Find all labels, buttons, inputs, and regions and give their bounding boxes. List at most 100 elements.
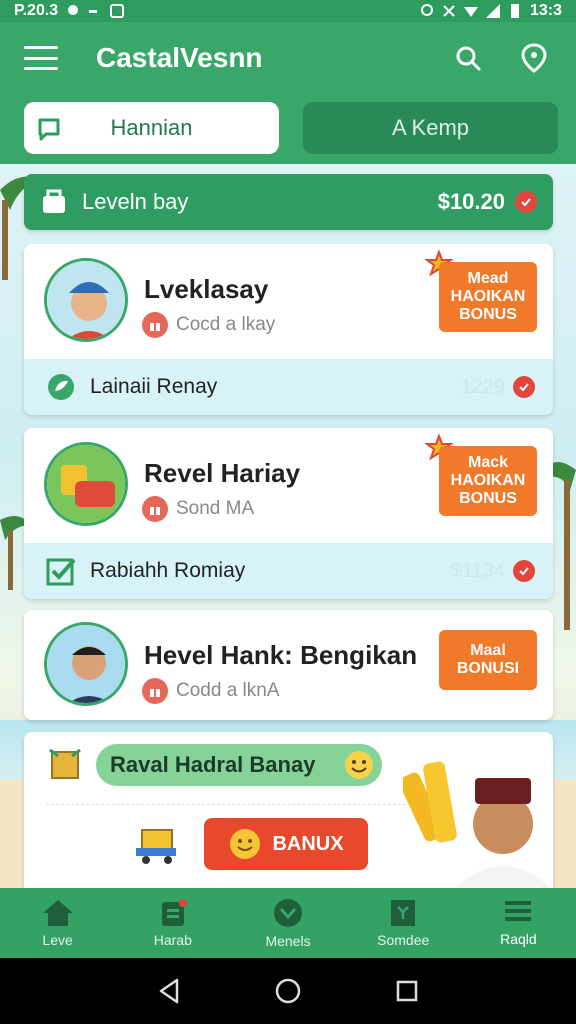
status-time-left: P.20.3 [14, 2, 59, 19]
minus-status-icon [89, 10, 98, 13]
card-row[interactable]: Lainaii Renay 1229 [24, 359, 553, 415]
search-icon [456, 46, 481, 71]
list-icon [505, 901, 532, 921]
balance-label: Leveln bay [82, 189, 189, 214]
luggage-avatar [44, 442, 128, 526]
card-title: Lveklasay [144, 274, 269, 304]
avatar [44, 258, 128, 342]
card-subtitle-text: Cocd a lkay [176, 314, 276, 335]
battery-icon [510, 4, 519, 18]
bonus-line: BONUSI [456, 660, 520, 677]
banux-button[interactable]: BANUX [204, 818, 368, 870]
gift-icon [142, 678, 168, 704]
status-time-right: 13:3 [529, 2, 562, 19]
bottom-nav: Leve Harab Menels Somdee Raqld [0, 888, 576, 958]
card-row-value: $1134 [450, 559, 505, 582]
checkbox-icon [46, 558, 76, 586]
offer-card-3[interactable]: Hevel Hank: Bengikan Codd a lknA Maal BO… [24, 610, 553, 720]
nav-item-menels[interactable]: Menels [230, 888, 345, 958]
nav-label: Raqld [500, 931, 537, 947]
balance-bar[interactable]: Leveln bay $10.20 [24, 174, 553, 230]
cart-icon [136, 829, 176, 864]
card-subtitle: Sond MA [142, 496, 254, 522]
offer-card-1[interactable]: Lveklasay Cocd a lkay Mead HAOIKAN BONUS… [24, 244, 553, 415]
tab-a-kemp[interactable]: A Kemp [303, 102, 558, 154]
back-triangle-icon [160, 978, 179, 1004]
avatar [44, 622, 128, 706]
gift-icon [142, 496, 168, 522]
search-button[interactable] [450, 40, 486, 76]
bonus-button[interactable]: Mead HAOIKAN BONUS [439, 262, 537, 332]
bonus-line: BONUS [459, 490, 517, 507]
wallet-icon [43, 189, 65, 213]
promo-pill[interactable]: Raval Hadral Banay [96, 744, 382, 786]
nav-label: Menels [265, 933, 311, 949]
card-subtitle: Codd a lknA [142, 678, 280, 704]
location-pin-icon [521, 43, 547, 73]
bonus-line: HAOIKAN [450, 288, 526, 305]
tab-bar: Hannian A Kemp [0, 94, 576, 164]
tab-a-kemp-label: A Kemp [391, 115, 470, 140]
gift-icon [142, 312, 168, 338]
bonus-button[interactable]: Maal BONUSI [439, 630, 537, 690]
promo-person-illustration [403, 761, 553, 890]
back-button[interactable] [154, 976, 184, 1006]
card-subtitle-text: Codd a lknA [176, 680, 280, 701]
bonus-line: Mead [467, 270, 509, 287]
leaf-chat-icon [48, 374, 74, 400]
promo-banner[interactable]: Raval Hadral Banay BANUX [24, 732, 553, 890]
coin-smiley-icon [230, 829, 261, 859]
location-pin-icon [420, 4, 433, 16]
card-subtitle-text: Sond MA [176, 498, 255, 519]
balance-amount: $10.20 [437, 189, 505, 214]
home-icon [42, 900, 73, 926]
location-button[interactable] [516, 40, 552, 76]
check-badge-icon [513, 560, 535, 582]
nav-item-harab[interactable]: Harab [115, 888, 230, 958]
hamburger-menu-icon[interactable] [24, 46, 58, 70]
card-title: Revel Hariay [144, 458, 301, 488]
card-row-label: Rabiahh Romiay [90, 559, 246, 582]
card-row[interactable]: Rabiahh Romiay $1134 [24, 543, 553, 599]
bonus-line: Mack [467, 454, 509, 471]
bonus-line: Maal [470, 642, 506, 659]
system-nav-bar [0, 958, 576, 1024]
image-status-icon [110, 4, 125, 18]
app-title: CastalVesnn [96, 42, 263, 73]
card-title: Hevel Hank: Bengikan [144, 640, 418, 670]
tab-hannian[interactable]: Hannian [24, 102, 279, 154]
close-badge-icon[interactable] [515, 191, 537, 213]
signal-icon [485, 4, 500, 18]
check-badge-icon [513, 376, 535, 398]
app-bar: CastalVesnn [0, 22, 576, 94]
treasure-box-icon [49, 748, 81, 779]
location-status-icon [68, 5, 79, 15]
mute-icon [443, 5, 455, 17]
card-row-label: Lainaii Renay [90, 375, 218, 398]
bonus-button[interactable]: Mack HAOIKAN BONUS [439, 446, 537, 516]
nav-label: Harab [153, 932, 192, 948]
nav-item-leve[interactable]: Leve [0, 888, 115, 958]
recents-square-icon [396, 980, 417, 1002]
bonus-line: HAOIKAN [450, 472, 526, 489]
card-subtitle: Cocd a lkay [142, 312, 275, 338]
nav-item-somdee[interactable]: Somdee [346, 888, 461, 958]
promo-divider [46, 804, 406, 805]
card-row-value: 1229 [460, 375, 506, 398]
nav-label: Somdee [377, 932, 430, 948]
banux-button-label: BANUX [272, 832, 344, 855]
clipboard-icon [161, 899, 187, 926]
check-circle-icon [274, 899, 302, 927]
smiley-icon [345, 751, 373, 779]
document-icon [391, 900, 416, 926]
chat-bubble-icon [38, 118, 60, 141]
offer-card-2[interactable]: Revel Hariay Sond MA Mack HAOIKAN BONUS … [24, 428, 553, 599]
recents-button[interactable] [392, 976, 422, 1006]
promo-pill-label: Raval Hadral Banay [110, 752, 316, 777]
status-bar: P.20.3 13:3 [0, 0, 576, 22]
home-button[interactable] [273, 976, 303, 1006]
nav-label: Leve [42, 932, 73, 948]
bonus-line: BONUS [459, 306, 517, 323]
home-circle-icon [275, 978, 301, 1004]
nav-item-raqld[interactable]: Raqld [461, 888, 576, 958]
